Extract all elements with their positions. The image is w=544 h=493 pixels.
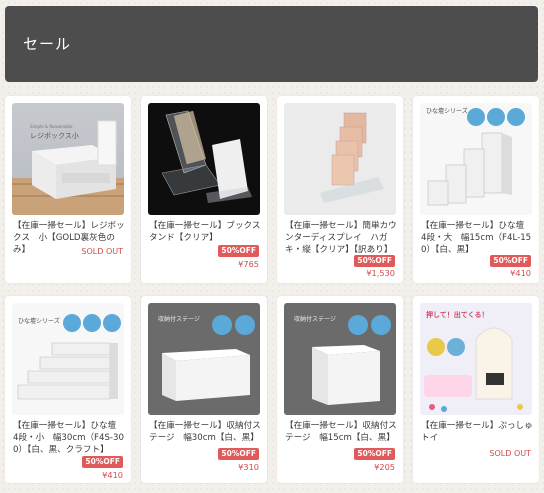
thumb-label: 収納付ステージ bbox=[294, 315, 336, 323]
product-card[interactable]: ひな壇シリーズ 【在庫一掃セール】ひな壇 4段・大 幅15cm（F4L-150）… bbox=[413, 96, 539, 283]
discount-badge: 50%OFF bbox=[354, 255, 395, 267]
product-card[interactable]: 【在庫一掃セール】簡単カウンターディスプレイ ハガキ・縦【クリア】【訳あり】 5… bbox=[277, 96, 403, 283]
info-circle-icon bbox=[487, 108, 505, 126]
info-circle-icon bbox=[467, 108, 485, 126]
product-name[interactable]: 【在庫一掃セール】ぷっしゅトイ bbox=[421, 420, 533, 444]
product-name[interactable]: 【在庫一掃セール】ひな壇 4段・小 幅30cm（F4S-300）【白、黒、クラフ… bbox=[13, 420, 125, 456]
product-image-bookstand[interactable] bbox=[148, 103, 260, 215]
discount-badge: 50%OFF bbox=[490, 255, 531, 267]
info-circle-icon bbox=[507, 108, 525, 126]
product-name[interactable]: 【在庫一掃セール】ひな壇 4段・大 幅15cm（F4L-150）【白、黒】 bbox=[421, 220, 533, 256]
discount-badge: 50%OFF bbox=[354, 448, 395, 460]
product-name[interactable]: 【在庫一掃セール】収納付ステージ 幅30cm【白、黒】 bbox=[149, 420, 261, 444]
product-image-regibox[interactable]: Simple & Reasonable レジボックス小 bbox=[12, 103, 124, 215]
product-image-push-toy[interactable]: 押して！出てくる！ bbox=[420, 303, 532, 415]
info-circle-icon bbox=[235, 315, 255, 335]
discount-badge: 50%OFF bbox=[82, 456, 123, 468]
product-name[interactable]: 【在庫一掃セール】収納付ステージ 幅15cm【白、黒】 bbox=[285, 420, 397, 444]
product-price: ¥1,530 bbox=[366, 268, 395, 278]
product-card[interactable]: ひな壇シリーズ 【在庫一掃セール】ひな壇 4段・小 幅30cm（F4S-300）… bbox=[5, 296, 131, 483]
thumb-label: レジボックス小 bbox=[30, 131, 79, 140]
product-image-hinadan-large[interactable]: ひな壇シリーズ bbox=[420, 103, 532, 215]
product-price: ¥310 bbox=[238, 462, 259, 472]
info-circle-icon bbox=[348, 315, 368, 335]
thumb-label: 収納付ステージ bbox=[158, 315, 200, 323]
info-circle-icon bbox=[427, 338, 445, 356]
product-name[interactable]: 【在庫一掃セール】簡単カウンターディスプレイ ハガキ・縦【クリア】【訳あり】 bbox=[285, 220, 397, 256]
thumb-label: ひな壇シリーズ bbox=[18, 317, 60, 325]
info-circle-icon bbox=[63, 314, 81, 332]
thumb-label: ひな壇シリーズ bbox=[426, 107, 468, 115]
product-image-storage-stage-30[interactable]: 収納付ステージ bbox=[148, 303, 260, 415]
info-circle-icon bbox=[83, 314, 101, 332]
page-header: セール bbox=[5, 6, 538, 82]
page-title: セール bbox=[23, 35, 72, 53]
product-card[interactable]: Simple & Reasonable レジボックス小 【在庫一掃セール】レジボ… bbox=[5, 96, 131, 283]
product-image-hinadan-small[interactable]: ひな壇シリーズ bbox=[12, 303, 124, 415]
info-circle-icon bbox=[212, 315, 232, 335]
discount-badge: 50%OFF bbox=[218, 448, 259, 460]
info-circle-icon bbox=[371, 315, 391, 335]
product-price: ¥410 bbox=[510, 268, 531, 278]
svg-text:Simple & Reasonable: Simple & Reasonable bbox=[30, 124, 73, 129]
product-card[interactable]: 収納付ステージ 【在庫一掃セール】収納付ステージ 幅30cm【白、黒】 50%O… bbox=[141, 296, 267, 483]
info-circle-icon bbox=[447, 338, 465, 356]
product-price: ¥205 bbox=[374, 462, 395, 472]
product-image-counter-display[interactable] bbox=[284, 103, 396, 215]
product-price: ¥765 bbox=[238, 259, 259, 269]
info-circle-icon bbox=[103, 314, 121, 332]
sold-out-label: SOLD OUT bbox=[489, 449, 531, 458]
product-price: ¥410 bbox=[102, 470, 123, 480]
product-image-storage-stage-15[interactable]: 収納付ステージ bbox=[284, 303, 396, 415]
product-name[interactable]: 【在庫一掃セール】ブックスタンド【クリア】 bbox=[149, 220, 261, 244]
product-card[interactable]: 収納付ステージ 【在庫一掃セール】収納付ステージ 幅15cm【白、黒】 50%O… bbox=[277, 296, 403, 483]
product-card[interactable]: 押して！出てくる！ 【在庫一掃セール】ぷっしゅトイ SOLD OUT bbox=[413, 296, 539, 483]
discount-badge: 50%OFF bbox=[218, 245, 259, 257]
thumb-label: 押して！出てくる！ bbox=[426, 310, 488, 319]
product-card[interactable]: 【在庫一掃セール】ブックスタンド【クリア】 50%OFF ¥765 bbox=[141, 96, 267, 283]
sold-out-label: SOLD OUT bbox=[81, 247, 123, 256]
